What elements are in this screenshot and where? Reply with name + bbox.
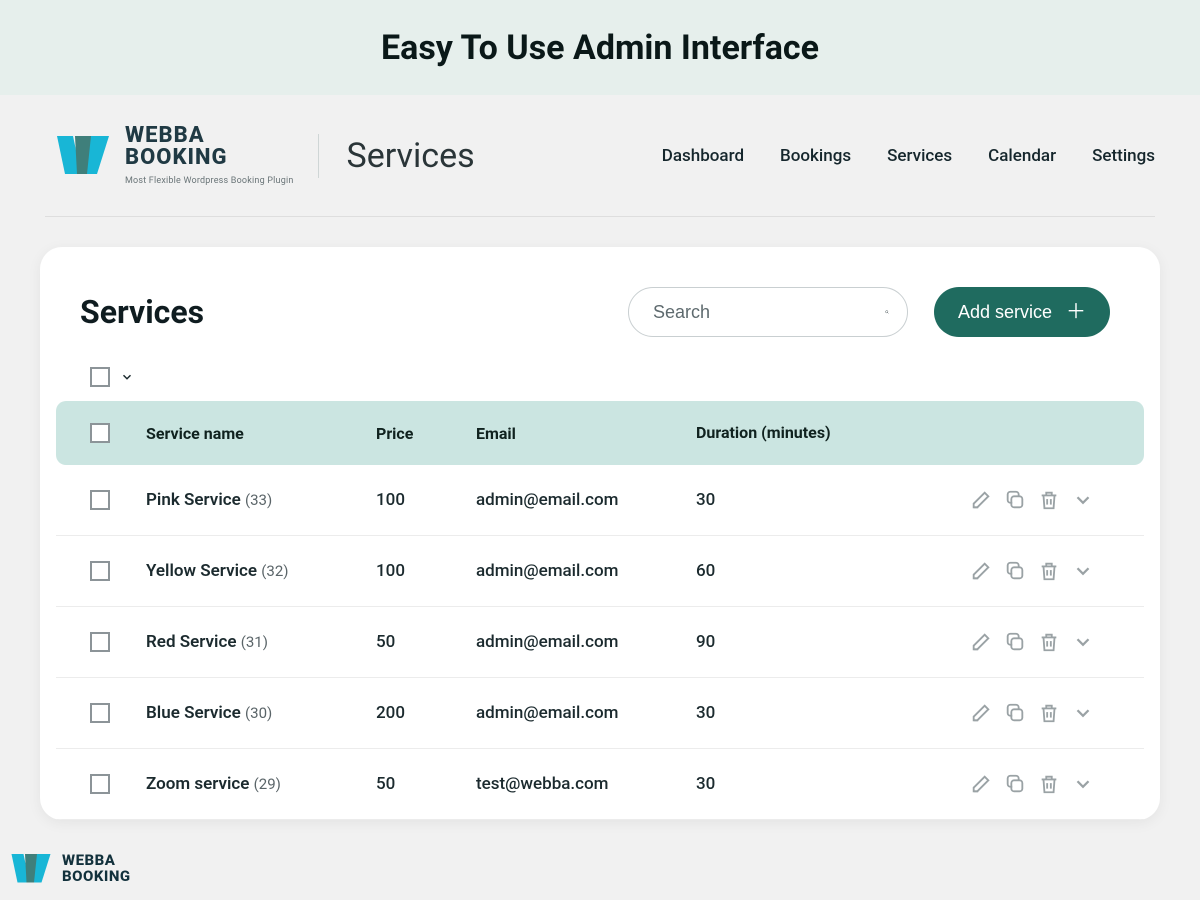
table-row: Blue Service (30) 200 admin@email.com 30 — [56, 678, 1144, 749]
edit-icon[interactable] — [970, 560, 992, 582]
card-title: Services — [80, 293, 204, 331]
table-row: Zoom service (29) 50 test@webba.com 30 — [56, 749, 1144, 820]
search-input[interactable] — [653, 302, 885, 323]
plus-icon: ＋ — [1066, 302, 1086, 322]
edit-icon[interactable] — [970, 631, 992, 653]
brand-name-line1: WEBBA — [125, 125, 294, 147]
brand-logo: WEBBA BOOKING Most Flexible Wordpress Bo… — [55, 125, 294, 186]
nav-bookings[interactable]: Bookings — [780, 146, 851, 166]
table-row: Red Service (31) 50 admin@email.com 90 — [56, 607, 1144, 678]
footer-brand-text: WEBBA BOOKING — [62, 853, 131, 885]
cell-email: admin@email.com — [476, 632, 696, 652]
copy-icon[interactable] — [1004, 702, 1026, 724]
search-icon — [885, 301, 889, 323]
edit-icon[interactable] — [970, 489, 992, 511]
expand-icon[interactable] — [1072, 773, 1094, 795]
delete-icon[interactable] — [1038, 489, 1060, 511]
banner-title: Easy To Use Admin Interface — [381, 28, 819, 68]
row-actions — [896, 702, 1094, 724]
expand-icon[interactable] — [1072, 631, 1094, 653]
table-body: Pink Service (33) 100 admin@email.com 30… — [40, 465, 1160, 820]
table-row: Pink Service (33) 100 admin@email.com 30 — [56, 465, 1144, 536]
edit-icon[interactable] — [970, 702, 992, 724]
select-all-checkbox[interactable] — [90, 367, 110, 387]
footer-brand: WEBBA BOOKING — [10, 848, 131, 890]
cell-price: 100 — [376, 490, 476, 510]
card-toolbar: Services Add service ＋ — [40, 287, 1160, 367]
nav-dashboard[interactable]: Dashboard — [662, 146, 744, 166]
nav-calendar[interactable]: Calendar — [988, 146, 1056, 166]
header-checkbox[interactable] — [90, 423, 110, 443]
main-nav: Dashboard Bookings Services Calendar Set… — [662, 146, 1155, 166]
header-rule — [45, 216, 1155, 217]
cell-duration: 30 — [696, 774, 896, 794]
expand-icon[interactable] — [1072, 702, 1094, 724]
brand-tagline: Most Flexible Wordpress Booking Plugin — [125, 177, 294, 186]
search-field[interactable] — [628, 287, 908, 337]
delete-icon[interactable] — [1038, 560, 1060, 582]
nav-settings[interactable]: Settings — [1092, 146, 1155, 166]
add-service-button[interactable]: Add service ＋ — [934, 287, 1110, 337]
webba-logo-icon-small — [10, 848, 52, 890]
col-duration: Duration (minutes) — [696, 423, 896, 443]
bulk-select — [40, 367, 1160, 401]
cell-price: 200 — [376, 703, 476, 723]
cell-service-name: Blue Service (30) — [146, 703, 376, 723]
cell-price: 100 — [376, 561, 476, 581]
cell-duration: 30 — [696, 703, 896, 723]
row-actions — [896, 773, 1094, 795]
col-email: Email — [476, 424, 696, 443]
services-card: Services Add service ＋ Service name Pric… — [40, 247, 1160, 820]
copy-icon[interactable] — [1004, 560, 1026, 582]
copy-icon[interactable] — [1004, 631, 1026, 653]
delete-icon[interactable] — [1038, 631, 1060, 653]
nav-services[interactable]: Services — [887, 146, 952, 166]
cell-price: 50 — [376, 632, 476, 652]
cell-duration: 90 — [696, 632, 896, 652]
delete-icon[interactable] — [1038, 702, 1060, 724]
row-checkbox[interactable] — [90, 490, 110, 510]
promo-banner: Easy To Use Admin Interface — [0, 0, 1200, 95]
cell-email: admin@email.com — [476, 561, 696, 581]
cell-email: test@webba.com — [476, 774, 696, 794]
webba-logo-icon — [55, 128, 111, 184]
col-service-name: Service name — [146, 424, 376, 443]
row-checkbox[interactable] — [90, 632, 110, 652]
header-divider — [318, 134, 319, 178]
expand-icon[interactable] — [1072, 560, 1094, 582]
page-title: Services — [347, 136, 475, 176]
copy-icon[interactable] — [1004, 773, 1026, 795]
col-price: Price — [376, 424, 476, 443]
edit-icon[interactable] — [970, 773, 992, 795]
chevron-down-icon[interactable] — [120, 370, 134, 384]
row-actions — [896, 631, 1094, 653]
row-actions — [896, 560, 1094, 582]
brand-name-line2: BOOKING — [125, 147, 294, 169]
cell-service-name: Red Service (31) — [146, 632, 376, 652]
header: WEBBA BOOKING Most Flexible Wordpress Bo… — [0, 95, 1200, 206]
cell-service-name: Pink Service (33) — [146, 490, 376, 510]
row-actions — [896, 489, 1094, 511]
brand-text: WEBBA BOOKING Most Flexible Wordpress Bo… — [125, 125, 294, 186]
expand-icon[interactable] — [1072, 489, 1094, 511]
copy-icon[interactable] — [1004, 489, 1026, 511]
cell-price: 50 — [376, 774, 476, 794]
row-checkbox[interactable] — [90, 703, 110, 723]
cell-duration: 60 — [696, 561, 896, 581]
row-checkbox[interactable] — [90, 774, 110, 794]
table-header: Service name Price Email Duration (minut… — [56, 401, 1144, 465]
cell-duration: 30 — [696, 490, 896, 510]
add-service-label: Add service — [958, 302, 1052, 323]
cell-email: admin@email.com — [476, 490, 696, 510]
cell-email: admin@email.com — [476, 703, 696, 723]
row-checkbox[interactable] — [90, 561, 110, 581]
table-row: Yellow Service (32) 100 admin@email.com … — [56, 536, 1144, 607]
cell-service-name: Yellow Service (32) — [146, 561, 376, 581]
delete-icon[interactable] — [1038, 773, 1060, 795]
cell-service-name: Zoom service (29) — [146, 774, 376, 794]
